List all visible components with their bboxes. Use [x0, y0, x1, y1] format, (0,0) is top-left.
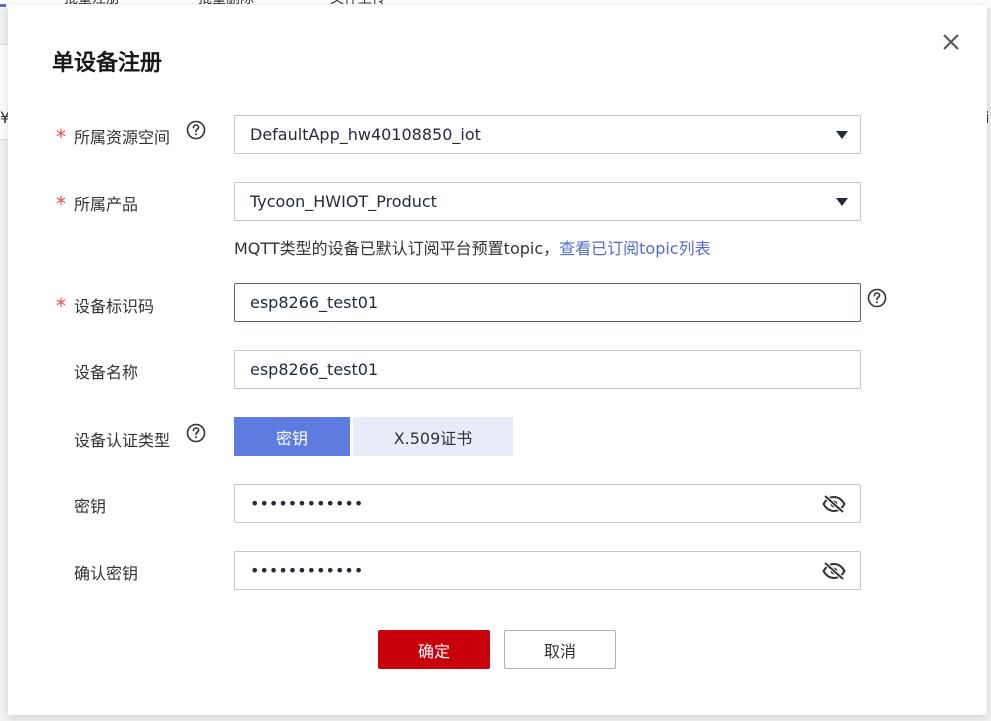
confirm-button[interactable]: 确定 [378, 630, 490, 669]
row-confirm-secret: 确认密钥 •••••••••••• [8, 551, 987, 590]
product-hint: MQTT类型的设备已默认订阅平台预置topic，查看已订阅topic列表 [234, 235, 711, 259]
eye-off-icon[interactable] [822, 561, 846, 581]
cancel-button[interactable]: 取消 [504, 630, 616, 669]
secret-value: •••••••••••• [250, 494, 364, 513]
question-circle-icon [867, 288, 887, 308]
device-name-input[interactable]: esp8266_test01 [234, 350, 861, 389]
bg-tab-underline [0, 4, 6, 7]
dialog-title: 单设备注册 [52, 51, 163, 76]
required-mark: * [56, 192, 66, 216]
question-circle-icon [186, 423, 206, 443]
device-id-label: 设备标识码 [74, 297, 155, 316]
product-value: Tycoon_HWIOT_Product [250, 192, 437, 211]
close-icon [943, 34, 959, 50]
help-icon[interactable] [186, 120, 206, 140]
question-circle-icon [186, 120, 206, 140]
confirm-secret-label: 确认密钥 [74, 564, 139, 583]
product-label: 所属产品 [74, 195, 139, 214]
row-secret: 密钥 •••••••••••• [8, 484, 987, 523]
auth-option-x509[interactable]: X.509证书 [353, 417, 513, 456]
product-select[interactable]: Tycoon_HWIOT_Product [234, 182, 861, 221]
resource-space-select[interactable]: DefaultApp_hw40108850_iot [234, 115, 861, 154]
row-device-name: 设备名称 esp8266_test01 [8, 350, 987, 389]
dropdown-arrow-icon [836, 131, 848, 139]
view-subscribed-topics-link[interactable]: 查看已订阅topic列表 [559, 239, 710, 258]
help-icon[interactable] [186, 423, 206, 443]
row-device-id: * 设备标识码 esp8266_test01 [8, 283, 987, 322]
device-id-value: esp8266_test01 [250, 293, 379, 312]
bg-edge-left-text: ¥ [0, 108, 8, 127]
single-device-register-dialog: 单设备注册 * 所属资源空间 DefaultApp_hw40108850_iot… [8, 5, 987, 715]
close-button[interactable] [936, 27, 966, 57]
row-auth-type: 设备认证类型 密钥 X.509证书 [8, 417, 987, 456]
confirm-secret-input[interactable]: •••••••••••• [234, 551, 861, 590]
auth-type-label: 设备认证类型 [74, 431, 171, 450]
resource-space-value: DefaultApp_hw40108850_iot [250, 125, 481, 144]
row-product: * 所属产品 Tycoon_HWIOT_Product MQTT类型的设备已默认… [8, 182, 987, 262]
auth-option-secret[interactable]: 密钥 [234, 417, 350, 456]
resource-space-label: 所属资源空间 [74, 128, 171, 147]
device-id-input[interactable]: esp8266_test01 [234, 283, 861, 322]
device-name-label: 设备名称 [74, 363, 139, 382]
product-hint-text: MQTT类型的设备已默认订阅平台预置topic， [234, 239, 560, 258]
help-icon[interactable] [867, 288, 887, 308]
secret-input[interactable]: •••••••••••• [234, 484, 861, 523]
row-resource-space: * 所属资源空间 DefaultApp_hw40108850_iot [8, 115, 987, 154]
required-mark: * [56, 294, 66, 318]
eye-off-icon[interactable] [822, 494, 846, 514]
secret-label: 密钥 [74, 497, 107, 516]
required-mark: * [56, 125, 66, 149]
confirm-secret-value: •••••••••••• [250, 561, 364, 580]
device-name-value: esp8266_test01 [250, 360, 379, 379]
dropdown-arrow-icon [836, 198, 848, 206]
